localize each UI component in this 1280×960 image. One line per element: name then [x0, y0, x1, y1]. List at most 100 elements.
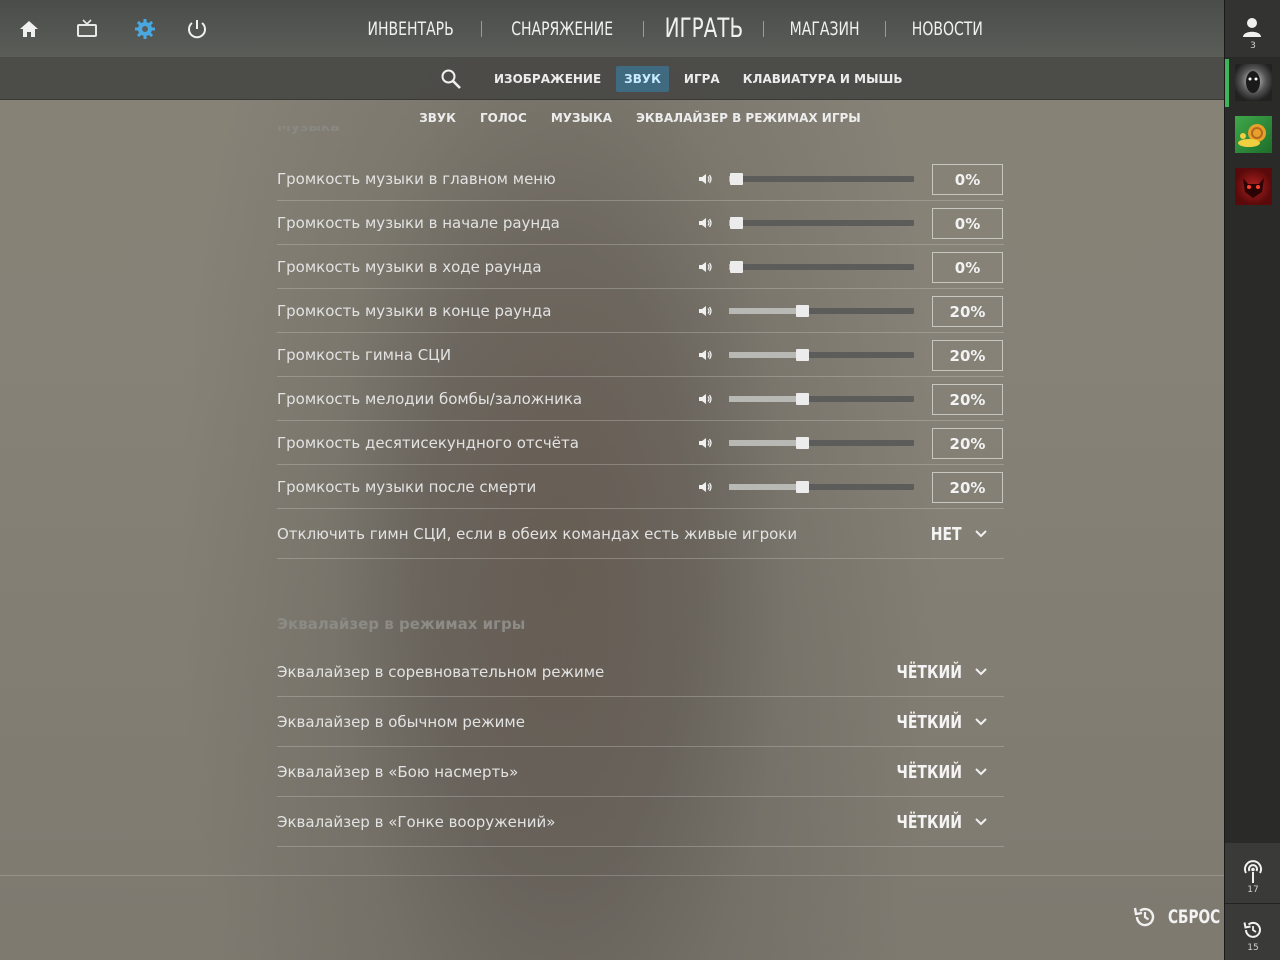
volume-slider-track[interactable] — [729, 217, 914, 229]
search-icon[interactable] — [440, 68, 462, 90]
volume-slider-thumb[interactable] — [796, 437, 809, 449]
volume-value-input[interactable]: 20% — [932, 472, 1003, 503]
speaker-icon[interactable] — [698, 436, 712, 450]
dropdown-value: ЧЁТКИЙ — [896, 711, 962, 733]
friend-avatar[interactable] — [1235, 64, 1272, 101]
volume-value-input[interactable]: 0% — [932, 164, 1003, 195]
subtab-audio[interactable]: ЗВУК — [419, 111, 456, 125]
volume-slider-thumb[interactable] — [730, 217, 743, 229]
nav-separator — [763, 20, 765, 37]
tab-game[interactable]: ИГРА — [676, 66, 728, 92]
nav-separator — [481, 20, 483, 37]
nav-loadout[interactable]: СНАРЯЖЕНИЕ — [497, 18, 628, 40]
volume-slider-track[interactable] — [729, 261, 914, 273]
gear-icon[interactable] — [130, 14, 160, 44]
dropdown-value: ЧЁТКИЙ — [896, 811, 962, 833]
setting-label: Громкость десятисекундного отсчёта — [277, 434, 579, 452]
broadcast-count: 17 — [1247, 885, 1259, 895]
volume-slider-fill — [729, 308, 801, 314]
subtab-equalizer[interactable]: ЭКВАЛАЙЗЕР В РЕЖИМАХ ИГРЫ — [636, 111, 861, 125]
speaker-icon[interactable] — [698, 172, 712, 186]
volume-slider-fill — [729, 352, 801, 358]
volume-value-input[interactable]: 0% — [932, 252, 1003, 283]
volume-slider-row: Громкость музыки после смерти 20% — [277, 465, 1004, 509]
volume-value-input[interactable]: 20% — [932, 384, 1003, 415]
equalizer-dropdown[interactable]: ЧЁТКИЙ — [878, 697, 988, 747]
sidebar-bottom-section: 17 15 — [1225, 843, 1280, 960]
chevron-down-icon — [975, 668, 987, 676]
tab-keyboard-mouse[interactable]: КЛАВИАТУРА И МЫШЬ — [735, 66, 911, 92]
chevron-down-icon — [975, 718, 987, 726]
nav-news[interactable]: НОВОСТИ — [897, 18, 998, 40]
volume-slider-fill — [729, 440, 801, 446]
friends-count: 3 — [1250, 41, 1256, 51]
home-icon[interactable] — [14, 14, 44, 44]
setting-label: Громкость музыки в главном меню — [277, 170, 556, 188]
setting-label: Громкость музыки после смерти — [277, 478, 537, 496]
power-icon[interactable] — [182, 14, 212, 44]
subtab-voice[interactable]: ГОЛОС — [480, 111, 527, 125]
setting-label: Эквалайзер в соревновательном режиме — [277, 663, 605, 681]
equalizer-row: Эквалайзер в «Гонке вооружений» ЧЁТКИЙ — [277, 797, 1004, 847]
setting-label: Отключить гимн СЦИ, если в обеих команда… — [277, 525, 798, 543]
volume-slider-track[interactable] — [729, 437, 914, 449]
volume-slider-fill — [729, 484, 801, 490]
volume-slider-track[interactable] — [729, 305, 914, 317]
equalizer-dropdown[interactable]: ЧЁТКИЙ — [878, 747, 988, 797]
equalizer-row: Эквалайзер в «Бою насмерть» ЧЁТКИЙ — [277, 747, 1004, 797]
nav-inventory[interactable]: ИНВЕНТАРЬ — [353, 18, 469, 40]
top-navigation-bar: ИНВЕНТАРЬ СНАРЯЖЕНИЕ ИГРАТЬ МАГАЗИН НОВО… — [0, 0, 1224, 57]
volume-slider-thumb[interactable] — [730, 261, 743, 273]
user-icon[interactable] — [1240, 17, 1264, 39]
volume-slider-thumb[interactable] — [796, 349, 809, 361]
equalizer-dropdown[interactable]: ЧЁТКИЙ — [878, 797, 988, 847]
nav-separator — [642, 20, 644, 37]
speaker-icon[interactable] — [698, 392, 712, 406]
dropdown-value: НЕТ — [931, 523, 962, 545]
tab-video[interactable]: ИЗОБРАЖЕНИЕ — [486, 66, 609, 92]
anthem-toggle-row: Отключить гимн СЦИ, если в обеих команда… — [277, 509, 1004, 559]
equalizer-row: Эквалайзер в обычном режиме ЧЁТКИЙ — [277, 697, 1004, 747]
setting-label: Громкость музыки в начале раунда — [277, 214, 560, 232]
speaker-icon[interactable] — [698, 304, 712, 318]
volume-slider-thumb[interactable] — [796, 305, 809, 317]
volume-value-input[interactable]: 20% — [932, 296, 1003, 327]
subtab-music[interactable]: МУЗЫКА — [551, 111, 612, 125]
volume-value-input[interactable]: 20% — [932, 428, 1003, 459]
equalizer-dropdown[interactable]: ЧЁТКИЙ — [878, 647, 988, 697]
tv-icon[interactable] — [72, 14, 102, 44]
volume-slider-track[interactable] — [729, 481, 914, 493]
volume-slider-fill — [729, 396, 801, 402]
speaker-icon[interactable] — [698, 348, 712, 362]
friend-avatar[interactable] — [1235, 116, 1272, 153]
setting-label: Эквалайзер в «Гонке вооружений» — [277, 813, 556, 831]
anthem-toggle-dropdown[interactable]: НЕТ — [922, 509, 988, 559]
history-icon[interactable] — [1242, 920, 1264, 940]
speaker-icon[interactable] — [698, 260, 712, 274]
speaker-icon[interactable] — [698, 480, 712, 494]
chevron-down-icon — [975, 818, 987, 826]
tab-audio[interactable]: ЗВУК — [616, 65, 669, 92]
volume-slider-thumb[interactable] — [796, 393, 809, 405]
volume-value-input[interactable]: 0% — [932, 208, 1003, 239]
speaker-icon[interactable] — [698, 216, 712, 230]
settings-tab-bar: ИЗОБРАЖЕНИЕ ЗВУК ИГРА КЛАВИАТУРА И МЫШЬ — [0, 57, 1224, 100]
setting-label: Громкость гимна СЦИ — [277, 346, 452, 364]
broadcast-icon[interactable] — [1242, 860, 1264, 884]
volume-slider-track[interactable] — [729, 173, 914, 185]
friend-avatar[interactable] — [1235, 168, 1272, 205]
volume-value-input[interactable]: 20% — [932, 340, 1003, 371]
nav-play[interactable]: ИГРАТЬ — [654, 13, 752, 44]
sidebar-divider — [1225, 903, 1280, 904]
audio-subtabs: ЗВУК ГОЛОС МУЗЫКА ЭКВАЛАЙЗЕР В РЕЖИМАХ И… — [0, 100, 1224, 136]
volume-slider-track[interactable] — [729, 349, 914, 361]
dropdown-value: ЧЁТКИЙ — [896, 661, 962, 683]
social-sidebar: 3 17 15 — [1224, 0, 1280, 960]
friends-section: 3 — [1225, 0, 1280, 57]
volume-slider-thumb[interactable] — [730, 173, 743, 185]
nav-store[interactable]: МАГАЗИН — [775, 18, 874, 40]
volume-slider-row: Громкость мелодии бомбы/заложника 20% — [277, 377, 1004, 421]
volume-slider-thumb[interactable] — [796, 481, 809, 493]
volume-slider-track[interactable] — [729, 393, 914, 405]
setting-label: Громкость музыки в ходе раунда — [277, 258, 542, 276]
